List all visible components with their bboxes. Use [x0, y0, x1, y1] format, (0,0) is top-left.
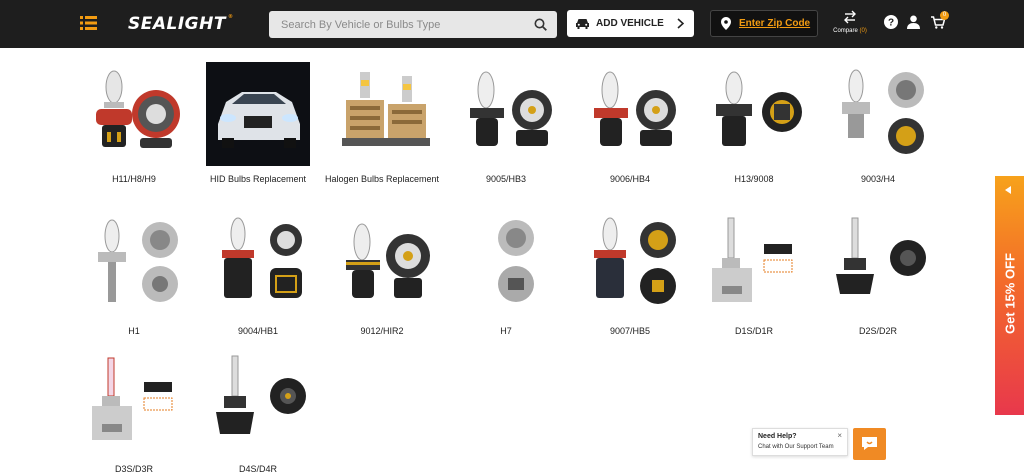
search-bar	[269, 11, 557, 38]
9012-bulb-icon	[346, 223, 430, 298]
user-account-icon[interactable]	[907, 15, 920, 29]
h1-bulb-icon	[98, 219, 178, 302]
search-icon[interactable]	[534, 18, 547, 31]
9005-bulb-icon	[470, 71, 552, 146]
product-label: 9012/HIR2	[360, 326, 404, 336]
promo-label: Get 15% OFF	[1002, 253, 1018, 334]
product-label: H13/9008	[734, 174, 774, 184]
close-icon[interactable]: ×	[837, 431, 842, 440]
chat-title: Need Help?	[758, 433, 797, 440]
d3s-bulb-icon	[92, 357, 173, 440]
help-question-icon[interactable]: ?	[884, 15, 898, 29]
product-label: D3S/D3R	[114, 464, 153, 474]
add-vehicle-button[interactable]: ADD VEHICLE	[567, 10, 694, 37]
product-label: D1S/D1R	[734, 326, 773, 336]
product-label: H11/H8/H9	[112, 174, 156, 184]
product-label: 9004/HB1	[237, 326, 279, 336]
product-label: 9005/HB3	[485, 174, 527, 184]
logo-text: SEALIGHT	[128, 14, 226, 34]
compare-text: Compare	[833, 28, 858, 34]
product-label: 9006/HB4	[609, 174, 651, 184]
enter-zip-code-button[interactable]: Enter Zip Code	[710, 10, 818, 37]
sealight-logo[interactable]: SEALIGHT ®	[128, 14, 233, 34]
zip-code-link: Enter Zip Code	[739, 18, 811, 29]
9004-bulb-icon	[222, 217, 302, 298]
chevron-right-icon	[677, 18, 684, 29]
car-icon	[576, 19, 589, 29]
logo-mark: ®	[227, 14, 234, 20]
cart-count-badge: 0	[940, 11, 949, 20]
open-chat-button[interactable]	[853, 428, 886, 460]
suv-car-photo	[206, 62, 310, 166]
compare-label: Compare (0)	[828, 28, 872, 34]
compare-button[interactable]: Compare (0)	[828, 10, 872, 38]
location-pin-icon	[721, 17, 731, 30]
d2s-bulb-icon	[836, 217, 926, 294]
discount-promo-tab[interactable]: Get 15% OFF	[995, 176, 1024, 415]
chat-prompt[interactable]: Need Help? Chat with Our Support Team ×	[752, 428, 848, 456]
add-vehicle-label: ADD VEHICLE	[596, 18, 664, 29]
product-label: 9003/H4	[860, 174, 896, 184]
d4s-bulb-icon	[216, 355, 306, 434]
9006-bulb-icon	[594, 71, 676, 146]
hamburger-menu-icon[interactable]	[80, 16, 97, 30]
product-label: Halogen Bulbs Replacement	[324, 174, 440, 184]
h13-bulb-icon	[716, 71, 802, 146]
product-label: 9007/HB5	[609, 326, 651, 336]
h11-bulb-icon	[96, 70, 180, 148]
svg-text:?: ?	[888, 18, 894, 29]
led-bulbs-icon	[342, 72, 430, 146]
product-label: HID Bulbs Replacement	[209, 174, 307, 184]
chat-bubble-icon	[862, 437, 877, 450]
compare-arrows-icon	[844, 10, 856, 24]
compare-count: (0)	[859, 28, 867, 34]
9007-bulb-icon	[594, 217, 676, 304]
product-label: H1	[128, 326, 140, 336]
caret-left-icon	[1005, 186, 1011, 194]
d1s-bulb-icon	[712, 217, 793, 302]
search-input[interactable]	[269, 11, 519, 38]
chat-subtitle: Chat with Our Support Team	[758, 444, 834, 450]
product-label: D4S/D4R	[238, 464, 277, 474]
9003-bulb-icon	[842, 69, 924, 154]
product-label: H7	[500, 326, 512, 336]
product-label: D2S/D2R	[858, 326, 897, 336]
top-navigation-bar: SEALIGHT® ADD VEHICLE Enter Zip Code	[0, 0, 1024, 48]
h7-bulb-icon	[498, 220, 534, 302]
